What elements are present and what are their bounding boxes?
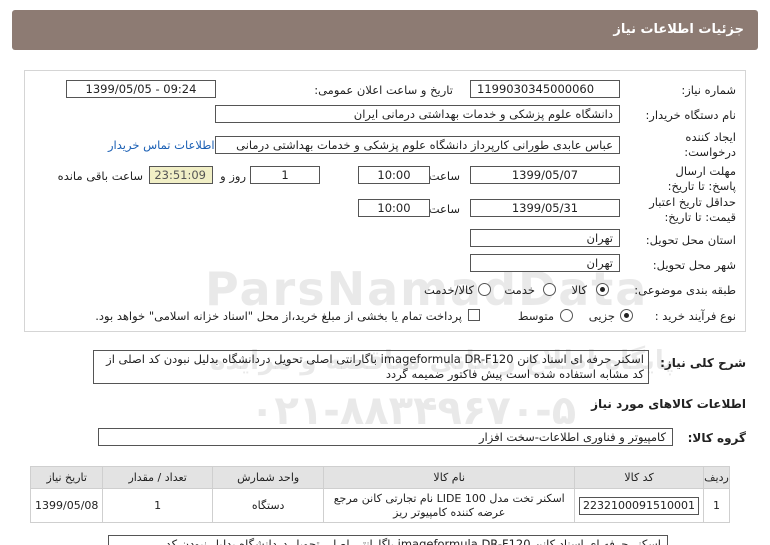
buyer-org-label: نام دستگاه خریدار: [645, 108, 736, 122]
category-option-goods: کالا [571, 283, 587, 297]
item-description-box: اسکنر حرفه ای اسناد کانن imageformula DR… [108, 535, 668, 545]
goods-section-title: اطلاعات کالاهای مورد نیاز [591, 397, 746, 411]
goods-table: ردیف کد کالا نام کالا واحد شمارش تعداد /… [29, 466, 730, 523]
description-box: اسکنر حرفه ای اسناد کانن imageformula DR… [93, 350, 649, 384]
col-name: نام کالا [323, 466, 576, 489]
process-label: نوع فرآیند خرید : [654, 309, 736, 323]
buyer-contact-link[interactable]: اطلاعات تماس خریدار [108, 138, 215, 152]
col-unit: واحد شمارش [211, 466, 325, 489]
province-label: استان محل تحویل: [645, 233, 736, 247]
table-header-row: ردیف کد کالا نام کالا واحد شمارش تعداد /… [29, 466, 730, 489]
col-qty: تعداد / مقدار [102, 466, 213, 489]
remaining-time-label: ساعت باقی مانده [57, 169, 143, 183]
cell-name: اسکنر تخت مدل LIDE 100 نام تجارتی کانن م… [323, 488, 576, 523]
deadline-days-field: 1 [250, 166, 320, 184]
cell-row: 1 [703, 488, 730, 523]
cell-unit: دستگاه [211, 488, 325, 523]
deadline-label: مهلت ارسال پاسخ: تا تاریخ: [667, 164, 736, 193]
requester-label: ایجاد کننده درخواست: [684, 130, 736, 159]
process-option-minor: جزیی [588, 309, 615, 323]
cell-code: 2232100091510001 [574, 488, 705, 523]
remaining-time-field: 23:51:09 [149, 166, 213, 184]
goods-group-label: گروه کالا: [687, 431, 746, 445]
validity-date-field: 1399/05/31 [470, 199, 620, 217]
col-code: کد کالا [574, 466, 705, 489]
table-row: 1 2232100091510001 اسکنر تخت مدل LIDE 10… [29, 488, 730, 523]
deadline-days-label: روز و [220, 169, 246, 183]
treasury-checkbox[interactable] [468, 309, 480, 321]
category-radio-goods-service[interactable] [478, 283, 491, 296]
province-field: تهران [470, 229, 620, 247]
need-number-field: 1199030345000060 [470, 80, 620, 98]
page-title: جزئیات اطلاعات نیاز [12, 10, 758, 50]
category-option-service: خدمت [504, 283, 535, 297]
process-radio-minor[interactable] [620, 309, 633, 322]
col-date: تاریخ نیاز [29, 466, 104, 489]
deadline-time-field: 10:00 [358, 166, 430, 184]
city-label: شهر محل تحویل: [652, 258, 736, 272]
category-label: طبقه بندی موضوعی: [634, 283, 736, 297]
category-radio-goods[interactable] [596, 283, 609, 296]
treasury-note: پرداخت تمام یا بخشی از مبلغ خرید،از محل … [95, 309, 462, 323]
buyer-org-field: دانشگاه علوم پزشکی و خدمات بهداشتی درمان… [215, 105, 620, 123]
cell-qty: 1 [102, 488, 213, 523]
deadline-time-label: ساعت [428, 169, 460, 183]
validity-time-label: ساعت [428, 202, 460, 216]
deadline-date-field: 1399/05/07 [470, 166, 620, 184]
announce-field: 1399/05/05 - 09:24 [66, 80, 216, 98]
cell-code-value: 2232100091510001 [579, 496, 700, 515]
category-option-goods-service: کالا/خدمت [423, 283, 474, 297]
category-radio-service[interactable] [543, 283, 556, 296]
announce-label: تاریخ و ساعت اعلان عمومی: [314, 83, 453, 97]
cell-date: 1399/05/08 [29, 488, 104, 523]
goods-group-field: کامپیوتر و فناوری اطلاعات-سخت افزار [98, 428, 673, 446]
description-label: شرح کلی نیاز: [660, 356, 746, 370]
process-option-medium: متوسط [517, 309, 554, 323]
process-radio-medium[interactable] [560, 309, 573, 322]
validity-label: حداقل تاریخ اعتبار قیمت: تا تاریخ: [649, 195, 736, 224]
city-field: تهران [470, 254, 620, 272]
validity-time-field: 10:00 [358, 199, 430, 217]
need-number-label: شماره نیاز: [681, 83, 736, 97]
requester-field: عباس عابدی طورانی کارپرداز دانشگاه علوم … [215, 136, 620, 154]
col-row: ردیف [703, 466, 730, 489]
